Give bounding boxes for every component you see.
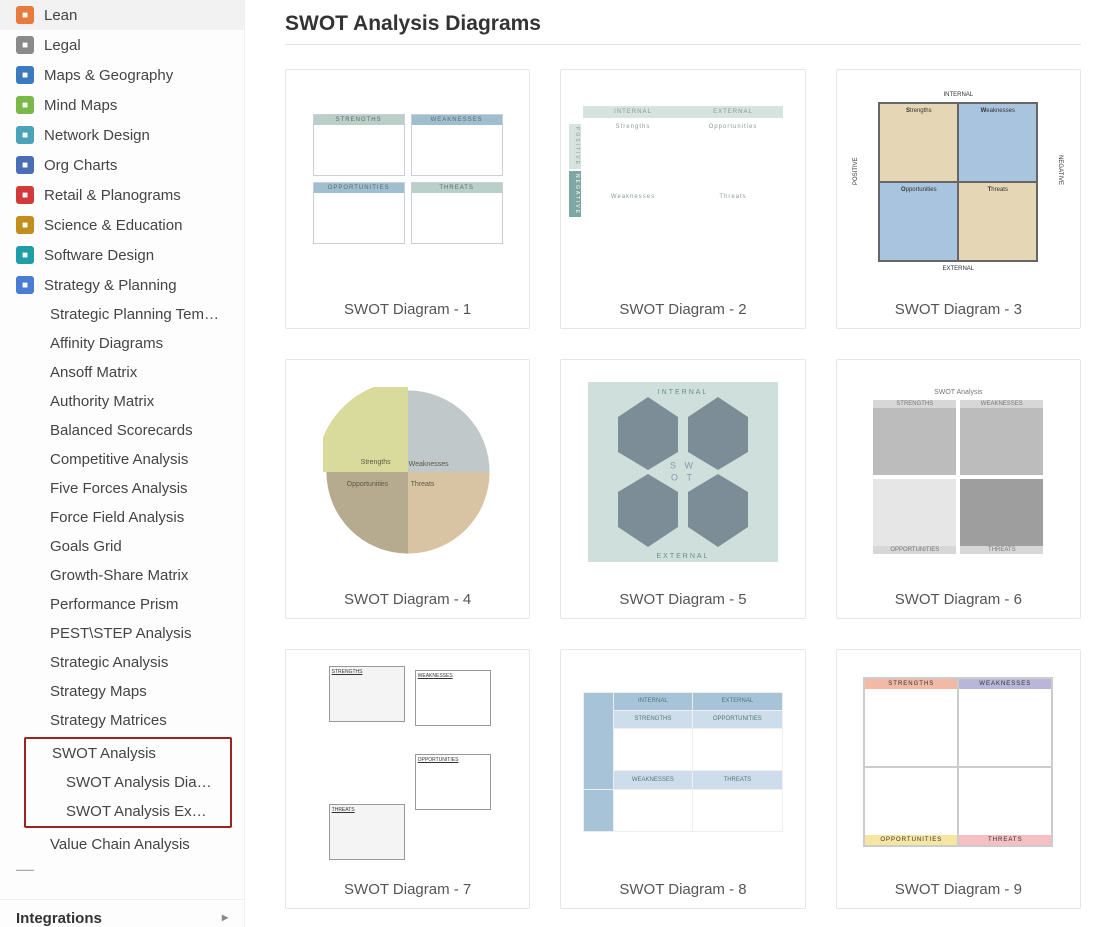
- category-icon: ■: [16, 36, 34, 54]
- sidebar-item-mind-maps[interactable]: ■ Mind Maps: [0, 90, 244, 120]
- template-card-1[interactable]: STRENGTHS WEAKNESSES OPPORTUNITIES THREA…: [285, 69, 530, 329]
- card-label: SWOT Diagram - 1: [286, 293, 529, 328]
- template-card-8[interactable]: INTERNALEXTERNAL STRENGTHSOPPORTUNITIES …: [560, 649, 805, 909]
- template-grid: STRENGTHS WEAKNESSES OPPORTUNITIES THREA…: [285, 69, 1081, 909]
- sidebar-subitem[interactable]: Goals Grid: [0, 532, 244, 561]
- category-icon: ■: [16, 96, 34, 114]
- sidebar-item-label: Lean: [44, 7, 77, 24]
- thumbnail-swot-4: Strengths Weaknesses Threats Opportuniti…: [286, 360, 529, 583]
- sidebar-subitem[interactable]: Competitive Analysis: [0, 445, 244, 474]
- main-content: SWOT Analysis Diagrams STRENGTHS WEAKNES…: [245, 0, 1101, 927]
- sidebar-item-label: Network Design: [44, 127, 150, 144]
- sidebar-subitem[interactable]: Balanced Scorecards: [0, 416, 244, 445]
- sidebar-subitem[interactable]: Performance Prism: [0, 590, 244, 619]
- sidebar-subitem[interactable]: Authority Matrix: [0, 387, 244, 416]
- sidebar-item-maps-geography[interactable]: ■ Maps & Geography: [0, 60, 244, 90]
- template-card-5[interactable]: INTERNAL EXTERNAL S WO T SWOT Diagram - …: [560, 359, 805, 619]
- sidebar-item-retail-planograms[interactable]: ■ Retail & Planograms: [0, 180, 244, 210]
- sidebar-item-swot-examples[interactable]: SWOT Analysis Exa…: [26, 797, 230, 826]
- sidebar-subitem[interactable]: Strategic Planning Tem…: [0, 300, 244, 329]
- card-label: SWOT Diagram - 9: [837, 873, 1080, 908]
- sidebar-subitem[interactable]: PEST\STEP Analysis: [0, 619, 244, 648]
- category-icon: ■: [16, 216, 34, 234]
- card-label: SWOT Diagram - 5: [561, 583, 804, 618]
- sidebar-item-lean[interactable]: ■ Lean: [0, 0, 244, 30]
- template-card-4[interactable]: Strengths Weaknesses Threats Opportuniti…: [285, 359, 530, 619]
- sidebar-item-software-design[interactable]: ■ Software Design: [0, 240, 244, 270]
- category-icon: ■: [16, 156, 34, 174]
- template-card-7[interactable]: STRENGTHS WEAKNESSES OPPORTUNITIES THREA…: [285, 649, 530, 909]
- card-label: SWOT Diagram - 8: [561, 873, 804, 908]
- card-label: SWOT Diagram - 7: [286, 873, 529, 908]
- sidebar-item-label: Strategy & Planning: [44, 277, 177, 294]
- sidebar-item-label: Org Charts: [44, 157, 117, 174]
- sidebar-item-label: Maps & Geography: [44, 67, 173, 84]
- sidebar-item-swot-diagrams[interactable]: SWOT Analysis Dia…: [26, 768, 230, 797]
- card-label: SWOT Diagram - 3: [837, 293, 1080, 328]
- sidebar: ■ Lean ■ Legal ■ Maps & Geography ■ Mind Maps ■ N…: [0, 0, 245, 927]
- sidebar-item-org-charts[interactable]: ■ Org Charts: [0, 150, 244, 180]
- sidebar-subitem[interactable]: Value Chain Analysis: [0, 830, 244, 859]
- template-card-3[interactable]: INTERNAL EXTERNAL POSITIVE NEGATIVE Stre…: [836, 69, 1081, 329]
- template-card-2[interactable]: POSITIVENEGATIVE INTERNALEXTERNAL Streng…: [560, 69, 805, 329]
- template-card-6[interactable]: SWOT Analysis STRENGTHS WEAKNESSES OPPOR…: [836, 359, 1081, 619]
- thumbnail-swot-7: STRENGTHS WEAKNESSES OPPORTUNITIES THREA…: [286, 650, 529, 873]
- collapse-handle-icon[interactable]: —: [0, 859, 244, 884]
- category-icon: ■: [16, 186, 34, 204]
- sidebar-item-science-education[interactable]: ■ Science & Education: [0, 210, 244, 240]
- sidebar-subitem[interactable]: Five Forces Analysis: [0, 474, 244, 503]
- thumbnail-swot-8: INTERNALEXTERNAL STRENGTHSOPPORTUNITIES …: [561, 650, 804, 873]
- sidebar-item-label: Legal: [44, 37, 81, 54]
- sidebar-subitem[interactable]: Ansoff Matrix: [0, 358, 244, 387]
- sidebar-item-label: Software Design: [44, 247, 154, 264]
- category-icon: ■: [16, 6, 34, 24]
- sidebar-item-strategy-planning[interactable]: ■ Strategy & Planning: [0, 270, 244, 300]
- category-icon: ■: [16, 276, 34, 294]
- thumbnail-swot-6: SWOT Analysis STRENGTHS WEAKNESSES OPPOR…: [837, 360, 1080, 583]
- thumbnail-swot-5: INTERNAL EXTERNAL S WO T: [561, 360, 804, 583]
- sidebar-subitem[interactable]: Affinity Diagrams: [0, 329, 244, 358]
- category-icon: ■: [16, 246, 34, 264]
- sidebar-item-label: Retail & Planograms: [44, 187, 181, 204]
- sidebar-item-label: Science & Education: [44, 217, 182, 234]
- sidebar-subitem[interactable]: Strategic Analysis: [0, 648, 244, 677]
- sidebar-subitem[interactable]: Growth-Share Matrix: [0, 561, 244, 590]
- card-label: SWOT Diagram - 4: [286, 583, 529, 618]
- category-icon: ■: [16, 126, 34, 144]
- sidebar-subitem[interactable]: Strategy Matrices: [0, 706, 244, 735]
- sidebar-subitem[interactable]: Strategy Maps: [0, 677, 244, 706]
- sidebar-item-label: Mind Maps: [44, 97, 117, 114]
- template-card-9[interactable]: STRENGTHS WEAKNESSES OPPORTUNITIES THREA…: [836, 649, 1081, 909]
- svg-text:INTERNAL: INTERNAL: [658, 389, 709, 396]
- sidebar-subitem[interactable]: Force Field Analysis: [0, 503, 244, 532]
- thumbnail-swot-1: STRENGTHS WEAKNESSES OPPORTUNITIES THREA…: [286, 70, 529, 293]
- svg-text:EXTERNAL: EXTERNAL: [657, 553, 710, 560]
- category-icon: ■: [16, 66, 34, 84]
- thumbnail-swot-3: INTERNAL EXTERNAL POSITIVE NEGATIVE Stre…: [837, 70, 1080, 293]
- thumbnail-swot-9: STRENGTHS WEAKNESSES OPPORTUNITIES THREA…: [837, 650, 1080, 873]
- sidebar-item-legal[interactable]: ■ Legal: [0, 30, 244, 60]
- card-label: SWOT Diagram - 6: [837, 583, 1080, 618]
- card-label: SWOT Diagram - 2: [561, 293, 804, 328]
- sidebar-item-network-design[interactable]: ■ Network Design: [0, 120, 244, 150]
- sidebar-highlight-swot: SWOT Analysis SWOT Analysis Dia… SWOT An…: [24, 737, 232, 828]
- sidebar-section-integrations[interactable]: Integrations: [0, 899, 244, 927]
- sidebar-scroll[interactable]: ■ Lean ■ Legal ■ Maps & Geography ■ Mind Maps ■ N…: [0, 0, 244, 899]
- sidebar-item-swot-analysis[interactable]: SWOT Analysis: [26, 739, 230, 768]
- page-title: SWOT Analysis Diagrams: [285, 12, 1081, 45]
- thumbnail-swot-2: POSITIVENEGATIVE INTERNALEXTERNAL Streng…: [561, 70, 804, 293]
